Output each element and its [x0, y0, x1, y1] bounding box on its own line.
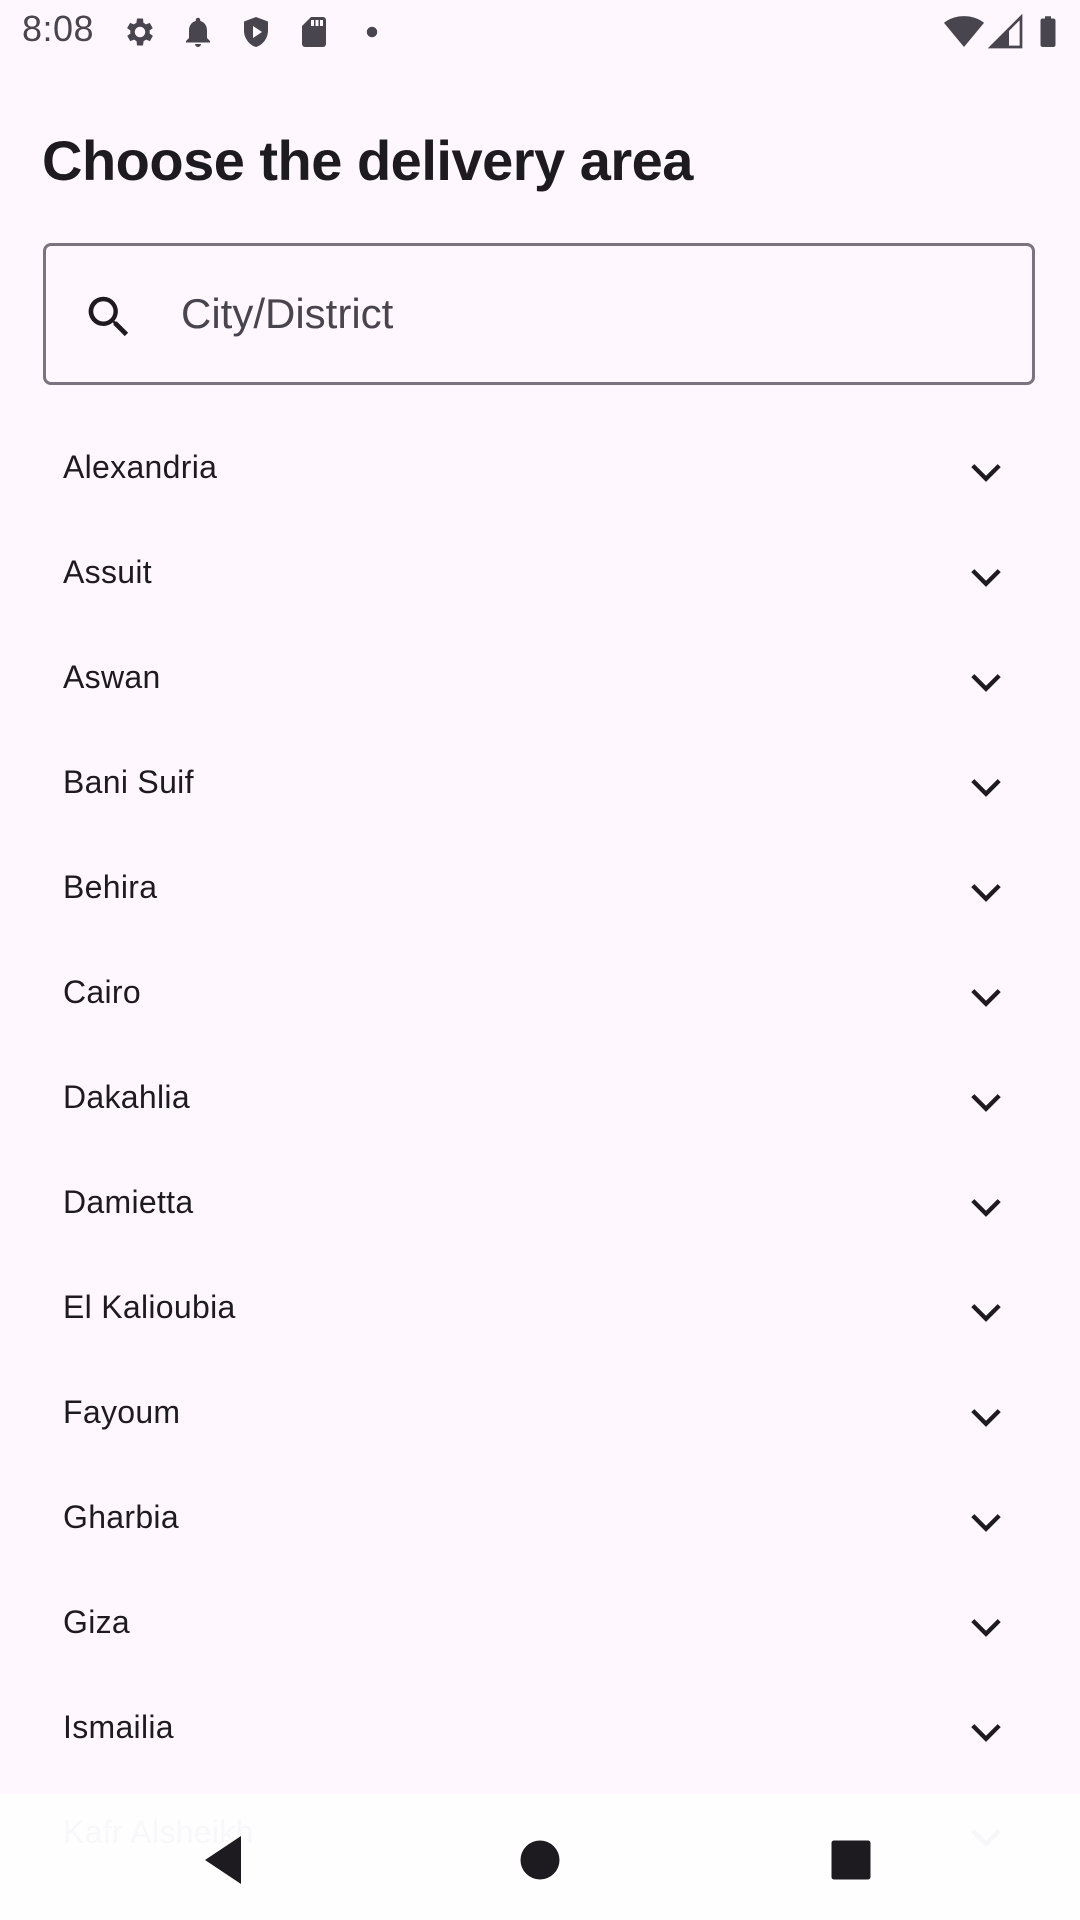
chevron-down-icon[interactable]	[966, 453, 1006, 493]
area-label: Cairo	[63, 974, 141, 1010]
list-item[interactable]: Fayoum	[0, 1366, 1080, 1471]
chevron-down-icon[interactable]	[966, 1083, 1006, 1123]
area-label: Damietta	[63, 1184, 194, 1220]
search-field[interactable]	[43, 243, 1035, 385]
sd-card-icon	[296, 14, 332, 50]
list-item[interactable]: Giza	[0, 1576, 1080, 1681]
screen: 8:08 Choose the delivery area City/Distr…	[0, 0, 1080, 1920]
area-list: Alexandria Assuit Aswan Bani Suif Behira Cair…	[0, 421, 1080, 1891]
search-input[interactable]	[181, 246, 1001, 382]
list-item[interactable]: Damietta	[0, 1156, 1080, 1261]
list-item[interactable]: El Kalioubia	[0, 1261, 1080, 1366]
wifi-icon	[944, 12, 984, 52]
chevron-down-icon[interactable]	[966, 558, 1006, 598]
chevron-down-icon[interactable]	[966, 873, 1006, 913]
chevron-down-icon[interactable]	[966, 1188, 1006, 1228]
battery-icon	[1030, 12, 1066, 52]
list-item[interactable]: Cairo	[0, 946, 1080, 1051]
chevron-down-icon[interactable]	[966, 768, 1006, 808]
area-label: Fayoum	[63, 1394, 181, 1430]
chevron-down-icon[interactable]	[966, 1398, 1006, 1438]
list-item[interactable]: Gharbia	[0, 1471, 1080, 1576]
status-time: 8:08	[22, 8, 95, 49]
chevron-down-icon[interactable]	[966, 978, 1006, 1018]
page-title: Choose the delivery area	[42, 129, 693, 192]
gear-icon	[122, 14, 158, 50]
area-label: Behira	[63, 869, 158, 905]
bell-icon	[180, 14, 216, 50]
chevron-down-icon[interactable]	[966, 663, 1006, 703]
list-item[interactable]: Dakahlia	[0, 1051, 1080, 1156]
cell-signal-icon	[988, 14, 1024, 50]
shield-icon	[238, 14, 274, 50]
list-item[interactable]: Ismailia	[0, 1681, 1080, 1786]
area-label: Gharbia	[63, 1499, 179, 1535]
back-icon[interactable]	[190, 1824, 262, 1896]
area-label: Alexandria	[63, 449, 218, 485]
dot-icon	[354, 14, 390, 50]
list-item[interactable]: Behira	[0, 841, 1080, 946]
home-icon[interactable]	[504, 1824, 576, 1896]
status-bar: 8:08	[0, 0, 1080, 64]
list-item[interactable]: Aswan	[0, 631, 1080, 736]
chevron-down-icon[interactable]	[966, 1503, 1006, 1543]
chevron-down-icon[interactable]	[966, 1293, 1006, 1333]
chevron-down-icon[interactable]	[966, 1608, 1006, 1648]
list-item[interactable]: Assuit	[0, 526, 1080, 631]
area-label: Ismailia	[63, 1709, 174, 1745]
area-label: Giza	[63, 1604, 130, 1640]
chevron-down-icon[interactable]	[966, 1713, 1006, 1753]
navigation-bar	[0, 1794, 1080, 1920]
area-label: El Kalioubia	[63, 1289, 236, 1325]
area-label: Assuit	[63, 554, 152, 590]
list-item[interactable]: Bani Suif	[0, 736, 1080, 841]
area-label: Aswan	[63, 659, 161, 695]
search-icon	[82, 290, 136, 344]
area-label: Bani Suif	[63, 764, 194, 800]
list-item[interactable]: Alexandria	[0, 421, 1080, 526]
area-label: Dakahlia	[63, 1079, 190, 1115]
recents-icon[interactable]	[815, 1824, 887, 1896]
